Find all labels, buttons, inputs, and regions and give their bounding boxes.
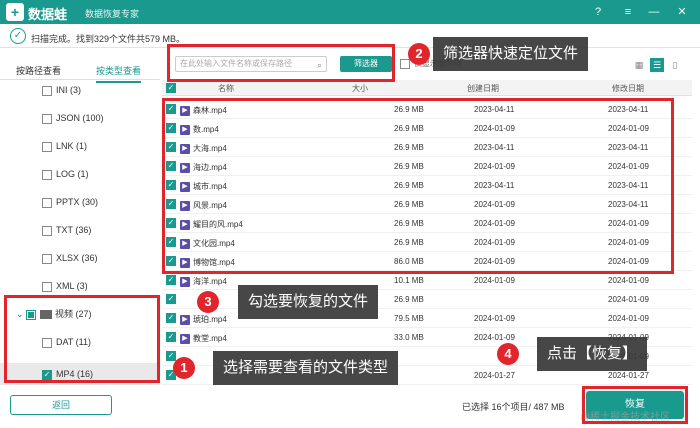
file-size-cell: 26.9 MB — [394, 295, 424, 304]
view-mode-tabs: 按路径查看 按类型查看 — [0, 58, 160, 83]
callout-badge-2: 2 — [408, 43, 430, 65]
created-date-cell: 2024-01-09 — [474, 314, 515, 323]
close-icon[interactable]: ✕ — [674, 4, 690, 20]
detail-view-icon[interactable]: ▯ — [668, 58, 682, 72]
tree-item-xml[interactable]: XML (3) — [42, 279, 88, 293]
column-created[interactable]: 创建日期 — [467, 83, 499, 94]
row-checkbox[interactable]: ✓ — [166, 313, 176, 323]
view-switcher: ▦ ☰ ▯ — [632, 58, 684, 72]
app-subtitle: 数据恢复专家 — [85, 9, 140, 19]
tree-item-ini[interactable]: INI (3) — [42, 83, 81, 97]
video-file-icon: ▶ — [180, 333, 190, 344]
selection-summary: 已选择 16个项目/ 487 MB — [462, 402, 565, 412]
callout-badge-4: 4 — [497, 343, 519, 365]
callout-badge-3: 3 — [197, 291, 219, 313]
video-file-icon: ▶ — [180, 314, 190, 325]
tree-item-xlsx[interactable]: XLSX (36) — [42, 251, 98, 265]
annotation-box-recover — [582, 386, 688, 424]
annotation-box-type — [4, 295, 160, 383]
annotation-box-search — [167, 44, 395, 82]
file-size-cell: 79.5 MB — [394, 314, 424, 323]
created-date-cell: 2024-01-09 — [474, 276, 515, 285]
checkbox[interactable] — [42, 197, 52, 208]
file-size-cell: 10.1 MB — [394, 276, 424, 285]
checkbox[interactable] — [42, 141, 52, 152]
title-bar: + 数据蛙 数据恢复专家 ? ≡ — ✕ — [0, 0, 700, 24]
row-checkbox[interactable]: ✓ — [166, 294, 176, 304]
checkbox[interactable] — [42, 85, 52, 96]
select-all-checkbox[interactable]: ✓ — [166, 83, 176, 93]
grid-view-icon[interactable]: ▦ — [632, 58, 646, 72]
help-icon[interactable]: ? — [590, 4, 606, 20]
tree-item-log[interactable]: LOG (1) — [42, 167, 89, 181]
file-size-cell: 33.0 MB — [394, 333, 424, 342]
created-date-cell: 2024-01-27 — [474, 371, 515, 380]
minimize-icon[interactable]: — — [646, 4, 662, 20]
checkbox[interactable] — [400, 58, 410, 69]
checkbox[interactable] — [42, 281, 52, 292]
table-header: ✓ 名称 大小 创建日期 修改日期 — [162, 80, 692, 96]
column-modified[interactable]: 修改日期 — [612, 83, 644, 94]
menu-icon[interactable]: ≡ — [620, 4, 636, 20]
scan-status-text: 扫描完成。找到329个文件共579 MB。 — [31, 34, 186, 44]
modified-date-cell: 2024-01-09 — [608, 295, 649, 304]
modified-date-cell: 2024-01-27 — [608, 371, 649, 380]
checkbox[interactable] — [42, 169, 52, 180]
back-button[interactable]: 返回 — [10, 395, 112, 415]
column-name[interactable]: 名称 — [218, 83, 234, 94]
tree-item-lnk[interactable]: LNK (1) — [42, 139, 87, 153]
checkbox[interactable] — [42, 225, 52, 236]
modified-date-cell: 2024-01-09 — [608, 276, 649, 285]
tree-item-txt[interactable]: TXT (36) — [42, 223, 91, 237]
file-name-cell: ▶ 琥珀.mp4 — [180, 314, 227, 325]
callout-2: 筛选器快速定位文件 — [433, 37, 589, 71]
file-name-cell: ▶ 教堂.mp4 — [180, 333, 227, 344]
app-brand: 数据蛙 — [28, 7, 68, 22]
list-view-icon[interactable]: ☰ — [650, 58, 664, 72]
checkbox[interactable] — [42, 113, 52, 124]
annotation-box-rows — [162, 98, 674, 274]
check-circle-icon: ✓ — [10, 28, 26, 44]
row-checkbox[interactable]: ✓ — [166, 332, 176, 342]
callout-4: 点击【恢复】 — [537, 337, 648, 371]
video-file-icon: ▶ — [180, 276, 190, 287]
callout-3: 勾选要恢复的文件 — [238, 285, 379, 319]
row-checkbox[interactable]: ✓ — [166, 275, 176, 285]
created-date-cell: 2024-01-09 — [474, 333, 515, 342]
callout-badge-1: 1 — [173, 357, 195, 379]
callout-1: 选择需要查看的文件类型 — [213, 351, 399, 385]
column-size[interactable]: 大小 — [352, 83, 368, 94]
file-name-cell: ▶ 海洋.mp4 — [180, 276, 227, 287]
checkbox[interactable] — [42, 253, 52, 264]
tree-item-json[interactable]: JSON (100) — [42, 111, 104, 125]
tab-by-path[interactable]: 按路径查看 — [16, 64, 61, 77]
tree-item-pptx[interactable]: PPTX (30) — [42, 195, 98, 209]
app-logo: + — [6, 3, 24, 21]
row-checkbox[interactable]: ✓ — [166, 351, 176, 361]
modified-date-cell: 2024-01-09 — [608, 314, 649, 323]
